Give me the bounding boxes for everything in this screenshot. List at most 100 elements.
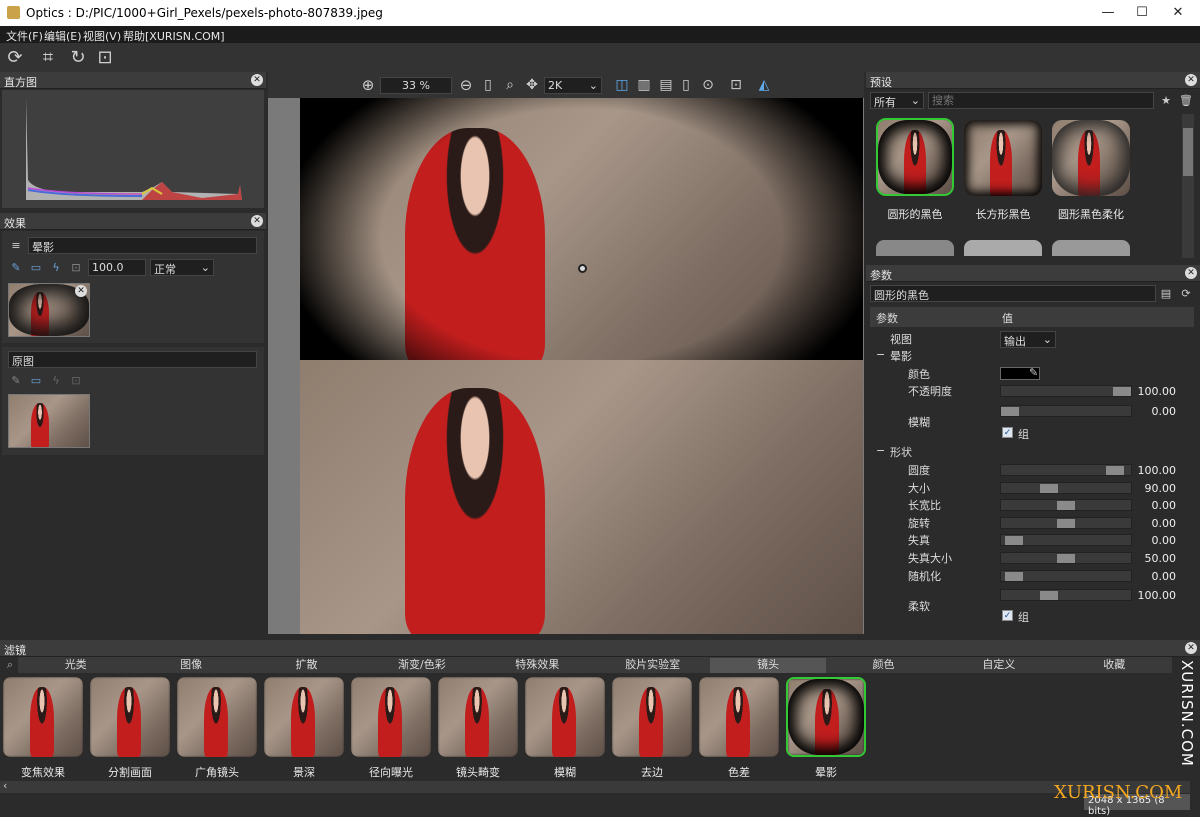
document-icon[interactable]: ▤ [1158,286,1174,302]
filter-thumb-4[interactable] [351,677,431,757]
filter-tab-8[interactable]: 自定义 [941,658,1056,673]
flash-icon[interactable]: ϟ [48,260,64,276]
minimize-button[interactable]: — [1090,0,1126,26]
preset-thumb-0[interactable] [876,118,954,196]
remove-effect-icon[interactable]: ✕ [75,285,87,297]
zoom-out-icon[interactable]: ⊖ [454,73,478,97]
filters-scrollbar[interactable]: ‹ [0,779,1190,793]
preset-thumb-4[interactable] [964,240,1042,256]
filter-thumb-6[interactable] [525,677,605,757]
flash-icon[interactable]: ϟ [48,373,64,389]
filter-tab-2[interactable]: 扩散 [249,658,364,673]
filter-thumb-1[interactable] [90,677,170,757]
collapse-icon[interactable]: − [876,444,885,457]
filter-tab-6[interactable]: 镜头 [710,658,826,673]
eyedropper-icon[interactable]: ✎ [1029,366,1038,379]
shape-param-slider-3[interactable] [1000,516,1132,529]
filter-thumb-7[interactable] [612,677,692,757]
preset-thumb-2[interactable] [1052,120,1130,196]
frame-icon[interactable]: ⊡ [724,73,748,97]
shape-param-slider-6[interactable] [1000,569,1132,582]
split-view-icon[interactable]: ◫ [610,73,634,97]
close-filters-icon[interactable]: ✕ [1185,642,1197,654]
shape-param-slider-5[interactable] [1000,552,1132,564]
shape-param-slider-2[interactable] [1000,499,1132,512]
preset-thumb-1[interactable] [964,120,1042,196]
filter-thumb-0[interactable] [3,677,83,757]
menu-help[interactable]: 帮助[XURISN.COM] [123,28,225,44]
monitor-icon[interactable]: ▭ [28,260,44,276]
preview-original[interactable] [300,360,863,634]
close-presets-icon[interactable]: ✕ [1185,74,1197,86]
mask-icon[interactable]: ⊡ [68,260,84,276]
histogram-toggle-icon[interactable]: ◭ [752,73,776,97]
filter-tab-9[interactable]: 收藏 [1057,658,1172,673]
pan-icon[interactable]: ✥ [520,73,544,97]
menu-file[interactable]: 文件(F) [6,28,43,44]
filter-thumb-8[interactable] [699,677,779,757]
crop-icon[interactable]: ⌗ [36,46,60,70]
fit-width-icon[interactable]: ▯ [476,73,500,97]
shape-param-slider-4[interactable] [1000,534,1132,547]
effect-name-field[interactable]: 晕影 [28,237,257,254]
resolution-select[interactable]: 2K ⌄ [544,77,602,94]
zoom-in-icon[interactable]: ⊕ [356,73,380,97]
layer-list-icon[interactable]: ≡ [8,238,24,254]
magnifier-icon[interactable]: ⌕ [498,73,522,97]
preset-search-input[interactable] [928,92,1154,109]
shape-param-slider-0[interactable] [1000,464,1132,476]
side-by-side-icon[interactable]: ▥ [632,73,656,97]
vignette-center-handle[interactable] [578,264,587,273]
filter-tab-3[interactable]: 渐变/色彩 [364,658,479,673]
opacity-slider[interactable] [1000,385,1132,397]
single-view-icon[interactable]: ▯ [674,73,698,97]
filter-tab-5[interactable]: 胶片实验室 [595,658,710,673]
close-window-button[interactable]: ✕ [1160,0,1196,26]
opacity-spinner[interactable]: 100.0 [88,259,146,276]
chevron-left-icon[interactable]: ‹ [3,779,7,792]
zoom-field[interactable]: 33 % [380,77,452,94]
star-icon[interactable]: ★ [1158,93,1174,109]
monitor-icon[interactable]: ▭ [28,373,44,389]
group-checkbox[interactable]: ✓ [1002,427,1013,438]
refresh-icon[interactable]: ⟳ [3,46,27,70]
presets-scrollbar[interactable] [1182,114,1194,258]
view-select[interactable]: 输出 ⌄ [1000,331,1056,348]
group-checkbox[interactable]: ✓ [1002,610,1013,621]
filter-tab-0[interactable]: 光类 [18,658,133,673]
preset-category-select[interactable]: 所有 ⌄ [870,92,924,109]
filter-tab-4[interactable]: 特殊效果 [480,658,595,673]
preset-thumb-5[interactable] [1052,240,1130,256]
edit-icon[interactable]: ✎ [8,373,24,389]
preset-name-field[interactable]: 圆形的黑色 [870,285,1156,302]
close-histogram-icon[interactable]: ✕ [251,74,263,86]
viewer-canvas[interactable] [268,98,864,634]
menu-edit[interactable]: 编辑(E) [44,28,82,44]
filter-thumb-5[interactable] [438,677,518,757]
rotate-icon[interactable]: ↻ [66,46,90,70]
blur-slider[interactable] [1000,405,1132,417]
maximize-button[interactable]: ☐ [1124,0,1160,26]
reset-icon[interactable]: ⟳ [1178,286,1194,302]
original-thumbnail[interactable] [8,394,90,448]
menu-view[interactable]: 视图(V) [83,28,121,44]
search-icon[interactable]: ⌕ [2,657,18,673]
collapse-icon[interactable]: − [876,348,885,361]
mask-icon[interactable]: ⊡ [68,373,84,389]
blend-mode-select[interactable]: 正常 ⌄ [150,259,214,276]
close-params-icon[interactable]: ✕ [1185,267,1197,279]
snapshot-icon[interactable]: ⊙ [696,73,720,97]
original-name-field[interactable]: 原图 [8,351,257,368]
preview-output[interactable] [300,98,863,360]
filter-thumb-2[interactable] [177,677,257,757]
soft-slider[interactable] [1000,589,1132,601]
filter-tab-1[interactable]: 图像 [133,658,248,673]
close-effects-icon[interactable]: ✕ [251,215,263,227]
trash-icon[interactable]: 🗑 [1178,93,1194,109]
fit-icon[interactable]: ⊡ [93,46,117,70]
preset-thumb-3[interactable] [876,240,954,256]
filter-tab-7[interactable]: 颜色 [826,658,941,673]
shape-param-slider-1[interactable] [1000,481,1132,494]
filter-thumb-3[interactable] [264,677,344,757]
filter-thumb-9[interactable] [786,677,866,757]
